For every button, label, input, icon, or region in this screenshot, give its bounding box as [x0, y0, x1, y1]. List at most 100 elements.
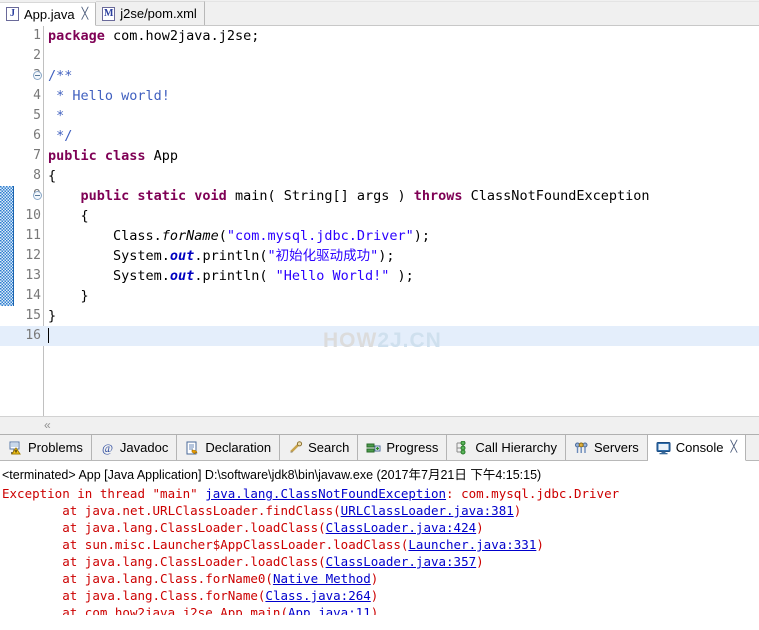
stack-trace-link[interactable]: ClassLoader.java:357	[326, 554, 477, 569]
code-line[interactable]: 1 package com.how2java.j2se;	[0, 26, 759, 46]
code-line[interactable]: 11 Class.forName("com.mysql.jdbc.Driver"…	[0, 226, 759, 246]
console-line: at java.lang.Class.forName0(Native Metho…	[0, 570, 759, 587]
console-text: )	[370, 571, 379, 586]
line-number: 13	[25, 268, 41, 283]
code-line[interactable]: 12 System.out.println("初始化驱动成功");	[0, 246, 759, 266]
code-line[interactable]: 5 *	[0, 106, 759, 126]
console-text: at com.how2java.j2se.App.main(	[2, 605, 288, 615]
bottom-view-tab-bar: Problems @ Javadoc Declaration Search Progres…	[0, 434, 759, 461]
code-text: {	[48, 168, 57, 184]
code-text: * Hello world!	[48, 88, 170, 104]
view-tab-servers[interactable]: Servers	[566, 435, 648, 460]
line-number: 4	[33, 88, 41, 103]
call-hierarchy-icon	[455, 440, 470, 455]
console-text: )	[536, 537, 544, 552]
scroll-left-chevron-icon[interactable]: «	[44, 417, 51, 434]
stack-trace-link[interactable]: Native Method	[273, 571, 371, 586]
console-text: at java.lang.ClassLoader.loadClass(	[2, 520, 326, 535]
editor-tab-app-java[interactable]: J App.java ╳	[0, 2, 97, 26]
line-number: 12	[25, 248, 41, 263]
line-number: 15	[25, 308, 41, 323]
view-tab-label: Search	[308, 440, 350, 455]
code-editor[interactable]: 1package com.how2java.j2se;23/**4 * Hell…	[0, 26, 759, 416]
code-line[interactable]: 4 * Hello world!	[0, 86, 759, 106]
servers-icon	[574, 441, 589, 455]
java-file-icon: J	[6, 7, 19, 21]
code-line[interactable]: 15}	[0, 306, 759, 326]
console-text: )	[476, 520, 484, 535]
fold-collapse-icon[interactable]	[33, 71, 42, 80]
problems-icon	[8, 441, 23, 455]
code-text: /**	[48, 68, 73, 84]
view-tab-problems[interactable]: Problems	[0, 435, 92, 460]
code-line[interactable]: 3/**	[0, 66, 759, 86]
code-text: Class.forName("com.mysql.jdbc.Driver");	[48, 228, 431, 244]
line-number: 5	[33, 108, 41, 123]
view-tab-declaration[interactable]: Declaration	[177, 435, 281, 460]
editor-tab-j2se-pom-xml[interactable]: Mj2se/pom.xml	[96, 1, 205, 25]
line-number: 14	[25, 288, 41, 303]
editor-tab-bar: J App.java ╳ Mj2se/pom.xml	[0, 0, 759, 26]
stack-trace-link[interactable]: App.java:11	[288, 605, 371, 615]
code-text: }	[48, 288, 89, 304]
view-tab-call-hierarchy[interactable]: Call Hierarchy	[447, 435, 566, 460]
code-line[interactable]: 2	[0, 46, 759, 66]
console-output: Exception in thread "main" java.lang.Cla…	[0, 485, 759, 615]
view-tab-bar-filler	[746, 435, 759, 460]
declaration-icon	[185, 441, 200, 455]
console-text: at java.net.URLClassLoader.findClass(	[2, 503, 341, 518]
view-tab-search[interactable]: Search	[280, 435, 359, 460]
console-launch-header: <terminated> App [Java Application] D:\s…	[2, 468, 542, 482]
view-tab-console[interactable]: Console ╳	[647, 435, 747, 461]
code-text: System.out.println("初始化驱动成功");	[48, 248, 395, 264]
console-text: at java.lang.Class.forName0(	[2, 571, 273, 586]
line-number: 10	[25, 208, 41, 223]
console-line: Exception in thread "main" java.lang.Cla…	[0, 485, 759, 502]
code-text	[48, 326, 49, 346]
console-icon	[656, 441, 671, 455]
javadoc-icon: @	[100, 441, 115, 455]
view-tab-label: Console	[675, 440, 724, 455]
console-text: at java.lang.Class.forName(	[2, 588, 266, 603]
stack-trace-link[interactable]: java.lang.ClassNotFoundException	[205, 486, 446, 501]
code-line[interactable]: 14 }	[0, 286, 759, 306]
console-text: at java.lang.ClassLoader.loadClass(	[2, 554, 326, 569]
code-line[interactable]: 8{	[0, 166, 759, 186]
line-number: 6	[33, 128, 41, 143]
code-line[interactable]: 9 public static void main( String[] args…	[0, 186, 759, 206]
console-line: at sun.misc.Launcher$AppClassLoader.load…	[0, 536, 759, 553]
line-number: 11	[25, 228, 41, 243]
view-tab-javadoc[interactable]: @ Javadoc	[92, 435, 178, 460]
code-line[interactable]: 10 {	[0, 206, 759, 226]
stack-trace-link[interactable]: ClassLoader.java:424	[326, 520, 477, 535]
console-line: at java.lang.Class.forName(Class.java:26…	[0, 587, 759, 604]
code-line[interactable]: 7 public class App	[0, 146, 759, 166]
editor-tab-label: j2se/pom.xml	[120, 6, 197, 21]
code-line[interactable]: 13 System.out.println( "Hello World!" );	[0, 266, 759, 286]
close-icon[interactable]: ╳	[730, 442, 737, 453]
code-line[interactable]: 16	[0, 326, 759, 346]
code-text: public static void main( String[] args )…	[80, 188, 650, 204]
fold-collapse-icon[interactable]	[33, 191, 42, 200]
console-text: : com.mysql.jdbc.Driver	[446, 486, 620, 501]
svg-text:@: @	[102, 441, 113, 455]
console-text: )	[476, 554, 484, 569]
console-line: at java.lang.ClassLoader.loadClass(Class…	[0, 553, 759, 570]
code-line[interactable]: 6 */	[0, 126, 759, 146]
view-tab-label: Problems	[28, 440, 83, 455]
code-text: }	[48, 308, 57, 324]
code-line-list: 1package com.how2java.j2se;23/**4 * Hell…	[0, 26, 759, 346]
editor-horizontal-scrollbar[interactable]: «	[0, 416, 759, 434]
console-text: Exception in thread	[2, 486, 153, 501]
maven-file-icon: M	[102, 6, 116, 21]
line-number: 1	[33, 28, 41, 43]
view-tab-progress[interactable]: Progress	[358, 435, 448, 460]
console-view[interactable]: <terminated> App [Java Application] D:\s…	[0, 461, 759, 615]
code-text: package com.how2java.j2se;	[48, 28, 260, 44]
stack-trace-link[interactable]: Launcher.java:331	[408, 537, 536, 552]
line-number: 8	[33, 168, 41, 183]
stack-trace-link[interactable]: URLClassLoader.java:381	[341, 503, 514, 518]
stack-trace-link[interactable]: Class.java:264	[265, 588, 370, 603]
close-icon[interactable]: ╳	[82, 8, 89, 20]
view-tab-label: Progress	[386, 440, 439, 455]
